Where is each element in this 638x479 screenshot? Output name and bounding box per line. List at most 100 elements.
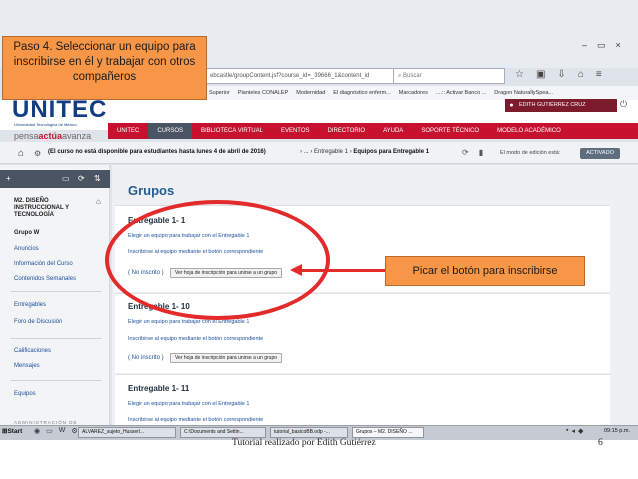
course-home-icon[interactable]: ⌂ xyxy=(96,197,101,206)
sidebar-item-informacion[interactable]: Información del Curso xyxy=(14,261,73,267)
url-text: ebcastle/groupContent.jsf?course_id=_396… xyxy=(210,73,370,79)
sidebar-divider xyxy=(10,380,102,381)
breadcrumb-current: Equipos para Entregable 1 xyxy=(353,149,430,155)
home-icon[interactable]: ⌂ xyxy=(18,148,24,159)
refresh-icon[interactable]: ⟳ xyxy=(462,148,469,157)
bookmark-icon[interactable]: ▮ xyxy=(479,148,483,157)
firefox-icon[interactable]: ◉ xyxy=(34,427,40,435)
bookmark-item[interactable]: ....:: Activar Banco ... xyxy=(436,86,486,100)
edit-mode-value: ACTIVADO xyxy=(586,150,614,156)
breadcrumb-icons: ⟳ ▮ xyxy=(462,148,483,157)
sidebar-item-anuncios[interactable]: Anuncios xyxy=(14,246,39,252)
sidebar-item-grupo[interactable]: Grupo W xyxy=(14,230,39,236)
shield-icon[interactable]: ◆ xyxy=(578,427,583,435)
group-instructions: Inscribirse al equipo mediante el botón … xyxy=(128,417,264,423)
sidebar-item-contenidos[interactable]: Contenidos Semanales xyxy=(14,276,76,282)
nav-modelo[interactable]: MODELO ACADÉMICO xyxy=(488,123,570,139)
page-number: 6 xyxy=(598,438,603,448)
user-name: EDITH GUTIÉRREZ CRUZ xyxy=(519,102,586,108)
sidebar-item-mensajes[interactable]: Mensajes xyxy=(14,363,40,369)
arrow-head-icon xyxy=(290,264,302,276)
pointer-arrow xyxy=(300,269,386,272)
home-icon[interactable]: ⌂ xyxy=(578,69,584,80)
user-icon: ● xyxy=(509,102,514,109)
sidebar-item-calificaciones[interactable]: Calificaciones xyxy=(14,348,51,354)
pensa-logo-part: pensa xyxy=(14,131,39,141)
bookmarks-bar: Superior Planteles CONALEP Modernidad El… xyxy=(205,86,638,100)
main-nav: UNITEC CURSOS BIBLIOTECA VIRTUAL EVENTOS… xyxy=(108,123,638,139)
breadcrumb-path[interactable]: › ... › Entregable 1 › xyxy=(300,149,352,155)
breadcrumb: › ... › Entregable 1 › Equipos para Entr… xyxy=(300,149,429,155)
course-notice: (El curso no está disponible para estudi… xyxy=(48,149,266,155)
edit-mode-toggle[interactable]: ACTIVADO xyxy=(580,148,620,159)
user-menu[interactable]: EDITH GUTIÉRREZ CRUZ xyxy=(505,99,617,112)
pensa-actua-logo: pensaactúaavanza xyxy=(14,131,91,141)
actua-logo-part: actúa xyxy=(38,131,63,141)
word-icon[interactable]: W xyxy=(59,427,66,435)
nav-biblioteca[interactable]: BIBLIOTECA VIRTUAL xyxy=(192,123,272,139)
settings-icon[interactable]: ⚙ xyxy=(71,427,77,435)
nav-cursos[interactable]: CURSOS xyxy=(148,123,193,139)
unitec-logo[interactable]: UNITEC xyxy=(12,96,107,124)
volume-icon[interactable]: ◂ xyxy=(571,427,575,435)
course-title: M2. DISEÑO INSTRUCCIONAL Y TECNOLOGÍA xyxy=(14,198,70,218)
step-callout: Paso 4. Seleccionar un equipo para inscr… xyxy=(2,36,207,100)
folder-icon[interactable]: ▭ xyxy=(46,427,53,435)
menu-icon[interactable]: ≡ xyxy=(596,69,602,80)
window-buttons: – ▭ × xyxy=(582,40,621,54)
refresh-icon[interactable]: ⟳ xyxy=(78,174,85,183)
clipboard-icon[interactable]: ▣ xyxy=(536,69,545,80)
toolbar-icons: ☆ ▣ ⇩ ⌂ ≡ xyxy=(515,69,602,80)
taskbar-item[interactable]: tutorial_basicoBB.odp -... xyxy=(270,427,348,438)
sidebar-toolbar: + ▭ ⟳ ⇅ xyxy=(0,170,110,188)
nav-eventos[interactable]: EVENTOS xyxy=(272,123,319,139)
start-button[interactable]: ⊞Start xyxy=(2,427,22,435)
star-icon[interactable]: ☆ xyxy=(515,69,524,80)
group-description: Elegir un equipo para trabajar con el En… xyxy=(128,319,250,325)
bookmark-item[interactable]: Modernidad xyxy=(296,86,325,100)
page-title: Grupos xyxy=(128,183,175,198)
group-instructions: Inscribirse al equipo mediante el botón … xyxy=(128,336,264,342)
quick-launch: ◉ ▭ W ⚙ xyxy=(34,427,78,435)
group-title[interactable]: Entregable 1- 11 xyxy=(128,384,189,393)
download-icon[interactable]: ⇩ xyxy=(557,69,565,80)
nav-directorio[interactable]: DIRECTORIO xyxy=(319,123,375,139)
sidebar-item-equipos[interactable]: Equipos xyxy=(14,391,36,397)
nav-unitec[interactable]: UNITEC xyxy=(108,123,148,139)
maximize-button[interactable]: ▭ xyxy=(597,40,606,54)
logo-subtitle: Universidad Tecnológica de México xyxy=(14,122,77,127)
add-icon[interactable]: + xyxy=(6,174,11,183)
signup-sheet-button[interactable]: Ver hoja de inscripción para unirse a un… xyxy=(170,353,283,363)
sort-icon[interactable]: ⇅ xyxy=(94,174,101,183)
bookmark-item[interactable]: Marcadores xyxy=(399,86,428,100)
close-button[interactable]: × xyxy=(616,40,621,54)
avanza-logo-part: avanza xyxy=(62,131,92,141)
sidebar-divider xyxy=(10,291,102,292)
edit-mode-label: El modo de edición está: xyxy=(500,150,561,156)
minimize-button[interactable]: – xyxy=(582,40,587,54)
slide-footer: Tutorial realizado por Edith Gutiérrez xyxy=(232,438,376,448)
bookmark-item[interactable]: Superior xyxy=(209,86,230,100)
highlight-ellipse xyxy=(105,200,330,320)
enrollment-status: ( No inscrito ) xyxy=(128,355,164,361)
taskbar-item-active[interactable]: Grupos – M2. DISEÑO ... xyxy=(352,427,424,438)
bookmark-item[interactable]: Dragon NaturallySpea... xyxy=(494,86,553,100)
search-input[interactable]: ⌕ Buscar xyxy=(393,68,505,84)
folder-icon[interactable]: ▭ xyxy=(62,174,70,183)
bookmark-item[interactable]: El diagnóstico enferm... xyxy=(333,86,390,100)
logout-icon[interactable]: ⏻ xyxy=(620,99,627,110)
search-placeholder: Buscar xyxy=(403,73,422,79)
gear-icon[interactable]: ⚙ xyxy=(34,149,41,158)
sidebar-item-foro[interactable]: Foro de Discusión xyxy=(14,319,62,325)
taskbar-item[interactable]: ALVAREZ_sujeto_Husserl... xyxy=(78,427,176,438)
network-icon[interactable]: ▪ xyxy=(566,427,568,435)
group-description: Elegir un equipo para trabajar con el En… xyxy=(128,401,250,407)
nav-ayuda[interactable]: AYUDA xyxy=(374,123,412,139)
sidebar-item-entregables[interactable]: Entregables xyxy=(14,302,46,308)
system-tray: ▪ ◂ ◆ xyxy=(566,427,583,435)
nav-soporte[interactable]: SOPORTE TÉCNICO xyxy=(412,123,488,139)
bookmark-item[interactable]: Planteles CONALEP xyxy=(238,86,288,100)
system-clock: 09:15 p.m. xyxy=(604,428,630,434)
taskbar-item[interactable]: C:\Documents and Settin... xyxy=(180,427,266,438)
sidebar-divider xyxy=(10,338,102,339)
